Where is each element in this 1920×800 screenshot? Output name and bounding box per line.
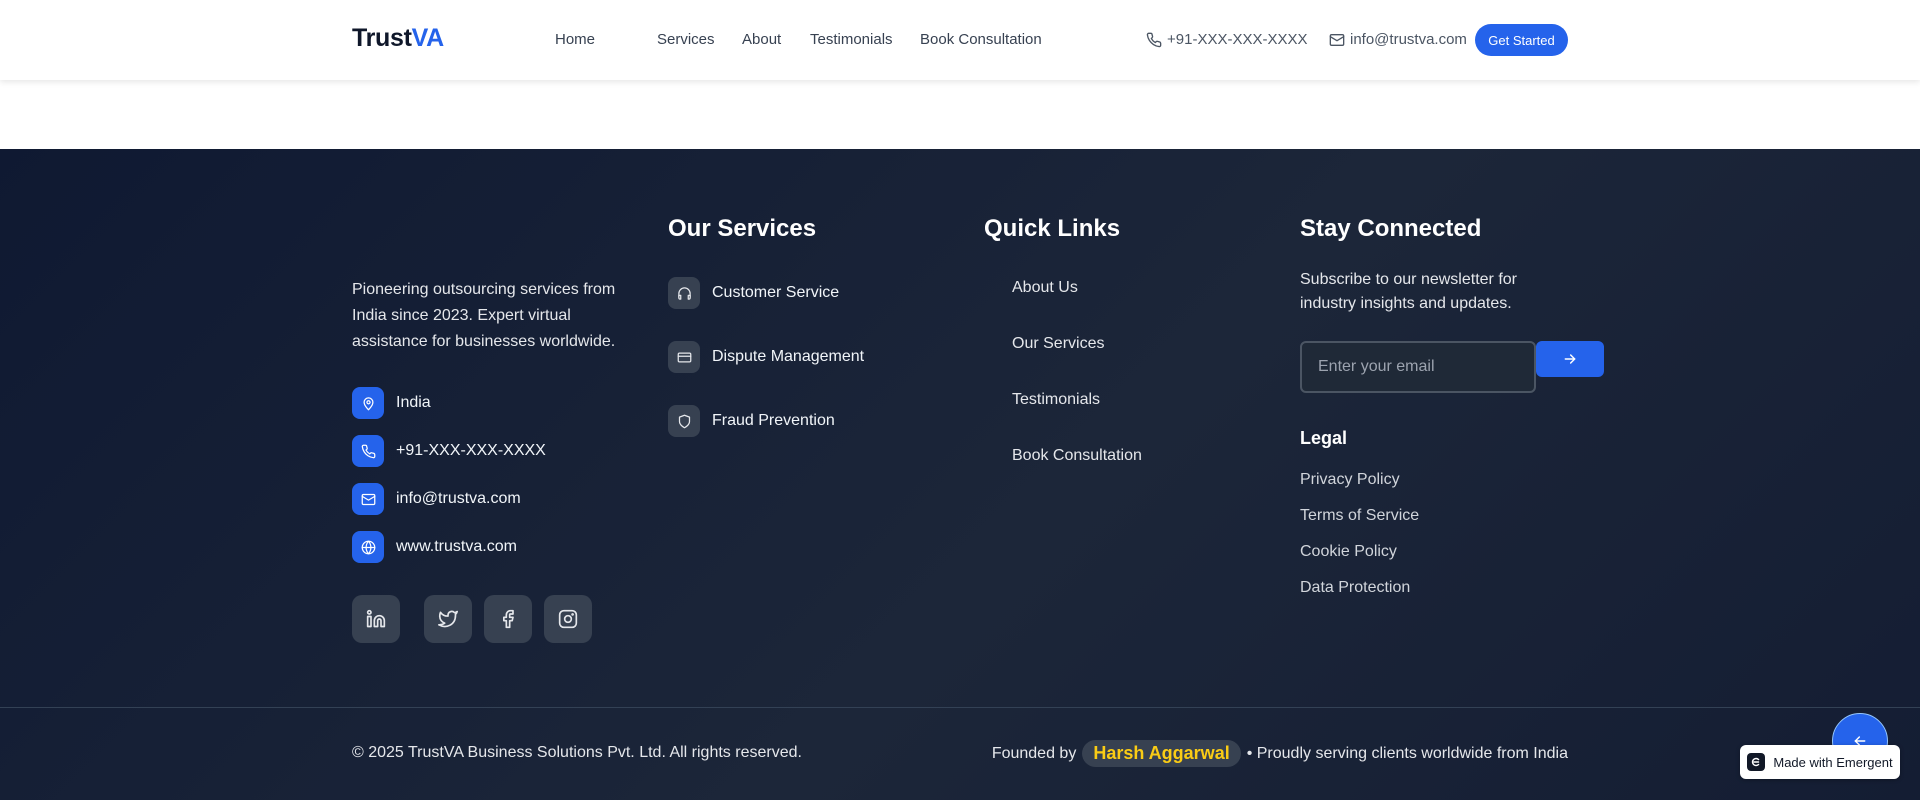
- map-pin-icon: [352, 387, 384, 419]
- stay-connected-heading: Stay Connected: [1300, 215, 1482, 242]
- site-footer: Pioneering outsourcing services from Ind…: [0, 149, 1920, 800]
- founder-name-badge: Harsh Aggarwal: [1082, 740, 1241, 767]
- legal-data-protection[interactable]: Data Protection: [1300, 579, 1410, 597]
- founded-by: Founded by Harsh Aggarwal • Proudly serv…: [992, 740, 1568, 767]
- service-label: Fraud Prevention: [712, 412, 835, 429]
- facebook-icon[interactable]: [484, 595, 532, 643]
- mail-icon: [352, 483, 384, 515]
- nav-about[interactable]: About: [742, 31, 781, 48]
- contact-phone-text: +91-XXX-XXX-XXXX: [396, 442, 546, 459]
- logo-accent: VA: [411, 24, 445, 52]
- logo-text: Trust: [352, 24, 412, 52]
- mail-icon: [1329, 33, 1345, 46]
- service-fraud-prevention[interactable]: Fraud Prevention: [668, 405, 835, 437]
- service-label: Dispute Management: [712, 348, 865, 365]
- service-dispute-management[interactable]: Dispute Management: [668, 341, 864, 373]
- emergent-badge-label: Made with Emergent: [1773, 754, 1893, 770]
- globe-icon: [352, 531, 384, 563]
- newsletter-email-input[interactable]: [1300, 341, 1536, 393]
- site-header: TrustVA Home Services About Testimonials…: [0, 0, 1920, 80]
- twitter-icon[interactable]: [424, 595, 472, 643]
- site-logo[interactable]: TrustVA: [352, 24, 444, 53]
- made-with-emergent-badge[interactable]: Made with Emergent: [1740, 745, 1900, 779]
- phone-icon: [352, 435, 384, 467]
- header-phone-text: +91-XXX-XXX-XXXX: [1167, 31, 1308, 48]
- nav-services[interactable]: Services: [657, 31, 715, 48]
- quick-link-our-services[interactable]: Our Services: [1012, 335, 1104, 353]
- arrow-right-icon: [1564, 354, 1576, 364]
- contact-email-text: info@trustva.com: [396, 490, 521, 507]
- quick-link-about-us[interactable]: About Us: [1012, 279, 1078, 297]
- nav-home[interactable]: Home: [555, 31, 595, 48]
- quick-link-book-consultation[interactable]: Book Consultation: [1012, 447, 1142, 465]
- newsletter-submit-button[interactable]: [1536, 341, 1604, 377]
- subscribe-text: Subscribe to our newsletter for industry…: [1300, 271, 1517, 312]
- quick-links-heading: Quick Links: [984, 215, 1121, 242]
- shield-icon: [668, 405, 700, 437]
- contact-website-text: www.trustva.com: [396, 538, 517, 555]
- nav-book-consultation[interactable]: Book Consultation: [920, 31, 1042, 48]
- legal-heading: Legal: [1300, 428, 1348, 448]
- contact-phone[interactable]: +91-XXX-XXX-XXXX: [352, 435, 546, 467]
- instagram-icon[interactable]: [544, 595, 592, 643]
- linkedin-icon[interactable]: [352, 595, 400, 643]
- phone-icon: [1146, 32, 1162, 47]
- contact-location: India: [352, 387, 431, 419]
- founded-suffix: • Proudly serving clients worldwide from…: [1246, 744, 1568, 762]
- header-phone[interactable]: +91-XXX-XXX-XXXX: [1146, 31, 1307, 48]
- legal-cookie-policy[interactable]: Cookie Policy: [1300, 543, 1397, 561]
- header-email-text: info@trustva.com: [1350, 31, 1467, 48]
- get-started-button[interactable]: Get Started: [1475, 24, 1568, 56]
- legal-privacy-policy[interactable]: Privacy Policy: [1300, 471, 1400, 489]
- services-heading: Our Services: [668, 215, 817, 242]
- contact-email[interactable]: info@trustva.com: [352, 483, 521, 515]
- quick-link-testimonials[interactable]: Testimonials: [1012, 391, 1100, 409]
- contact-location-text: India: [396, 394, 431, 411]
- footer-divider: [0, 707, 1920, 708]
- copyright-text: © 2025 TrustVA Business Solutions Pvt. L…: [352, 744, 802, 761]
- headphones-icon: [668, 277, 700, 309]
- emergent-logo-icon: [1747, 753, 1766, 771]
- about-text: Pioneering outsourcing services from Ind…: [352, 281, 616, 350]
- nav-testimonials[interactable]: Testimonials: [810, 31, 893, 48]
- contact-website[interactable]: www.trustva.com: [352, 531, 517, 563]
- service-label: Customer Service: [712, 284, 840, 301]
- legal-terms-of-service[interactable]: Terms of Service: [1300, 507, 1419, 525]
- header-email[interactable]: info@trustva.com: [1329, 31, 1467, 48]
- credit-card-icon: [668, 341, 700, 373]
- founded-prefix: Founded by: [991, 744, 1077, 762]
- service-customer-service[interactable]: Customer Service: [668, 277, 839, 309]
